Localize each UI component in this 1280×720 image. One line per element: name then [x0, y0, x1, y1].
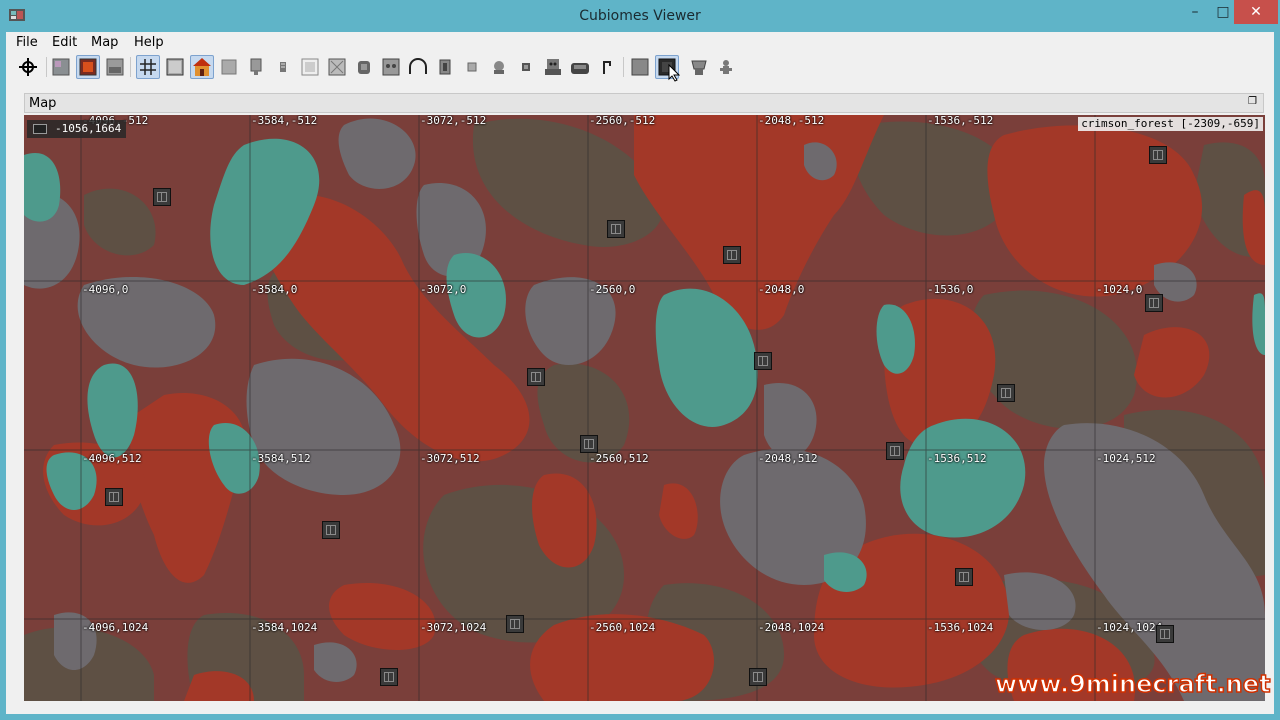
nether-icon[interactable]: [76, 55, 100, 79]
jungle-temple-icon[interactable]: [244, 55, 268, 79]
structure-marker[interactable]: [380, 668, 398, 686]
grid-label: -2048,0: [758, 283, 805, 296]
float-dock-icon[interactable]: ❐: [1248, 96, 1257, 107]
grid-label: -3072,1024: [420, 621, 487, 634]
grid-label: -3584,512: [251, 452, 311, 465]
position-value: -1056,1664: [55, 122, 122, 135]
structure-marker[interactable]: [506, 615, 524, 633]
watermark: www.9minecraft.net: [994, 669, 1271, 699]
grid-label: -1024,0: [1096, 283, 1143, 296]
structure-marker[interactable]: [105, 488, 123, 506]
window-title: Cubiomes Viewer: [579, 8, 701, 24]
ancient-city-icon[interactable]: [541, 55, 565, 79]
overworld-icon[interactable]: [49, 55, 73, 79]
structure-marker[interactable]: [1145, 294, 1163, 312]
structure-marker[interactable]: [580, 435, 598, 453]
menu-help[interactable]: Help: [132, 35, 166, 50]
menu-map[interactable]: Map: [89, 35, 120, 50]
goto-crosshair-icon[interactable]: [16, 55, 40, 79]
igloo-icon[interactable]: [298, 55, 322, 79]
structure-marker[interactable]: [955, 568, 973, 586]
grid-label: -3072,-512: [420, 115, 487, 127]
structure-marker[interactable]: [749, 668, 767, 686]
grid-label: -3072,0: [420, 283, 467, 296]
cursor-position-readout: -1056,1664: [27, 120, 127, 138]
fortress-icon[interactable]: [568, 55, 592, 79]
shipwreck-icon[interactable]: [406, 55, 430, 79]
grid-label: -4096,1024: [82, 621, 149, 634]
grid-label: -2560,0: [589, 283, 636, 296]
grid-label: -2048,-512: [758, 115, 825, 127]
structure-marker[interactable]: [1149, 146, 1167, 164]
mouse-cursor-icon: [668, 64, 680, 82]
grid-label: -1536,0: [927, 283, 974, 296]
grid-icon[interactable]: [136, 55, 160, 79]
grid-label: -3584,0: [251, 283, 298, 296]
bastion-icon[interactable]: [595, 55, 619, 79]
grid-label: -3072,512: [420, 452, 480, 465]
dock-title: Map: [29, 96, 57, 111]
structure-marker[interactable]: [153, 188, 171, 206]
toolbar-separator: [623, 57, 624, 77]
toolbar-separator: [130, 57, 131, 77]
desert-pyramid-icon[interactable]: [217, 55, 241, 79]
menu-edit[interactable]: Edit: [50, 35, 79, 50]
grid-label: -2560,1024: [589, 621, 656, 634]
structure-marker[interactable]: [1156, 625, 1174, 643]
grid-label: -4096,512: [82, 452, 142, 465]
structure-marker[interactable]: [997, 384, 1015, 402]
grid-label: -1024,512: [1096, 452, 1156, 465]
position-icon: [33, 124, 47, 134]
menu-file[interactable]: File: [14, 35, 40, 50]
ruined-portal-icon[interactable]: [433, 55, 457, 79]
close-button[interactable]: ✕: [1234, 0, 1278, 24]
structure-marker[interactable]: [322, 521, 340, 539]
toolbar: [6, 54, 1274, 82]
swamp-hut-icon[interactable]: [271, 55, 295, 79]
grid-label: -2048,1024: [758, 621, 825, 634]
structure-marker[interactable]: [754, 352, 772, 370]
structure-marker[interactable]: [527, 368, 545, 386]
end-city-icon[interactable]: [628, 55, 652, 79]
ocean-ruins-icon[interactable]: [379, 55, 403, 79]
structure-marker[interactable]: [607, 220, 625, 238]
menu-bar: File Edit Map Help: [6, 32, 1274, 54]
map-view[interactable]: -4096,-512 -3584,-512 -3072,-512 -2560,-…: [24, 115, 1265, 701]
grid-label: -1536,-512: [927, 115, 994, 127]
grid-label: -1536,1024: [927, 621, 994, 634]
ocean-monument-icon[interactable]: [325, 55, 349, 79]
biome-map: [24, 115, 1265, 701]
grid-label: -2560,512: [589, 452, 649, 465]
biome-info: crimson_forest [-2309,-659]: [1078, 117, 1263, 131]
map-dock-header[interactable]: Map ❐: [24, 93, 1264, 113]
spawn-icon[interactable]: [687, 55, 711, 79]
structure-marker[interactable]: [723, 246, 741, 264]
minimize-button[interactable]: –: [1180, 0, 1210, 24]
mineshaft-icon[interactable]: [487, 55, 511, 79]
woodland-mansion-icon[interactable]: [352, 55, 376, 79]
grid-label: -3584,-512: [251, 115, 318, 127]
title-bar[interactable]: Cubiomes Viewer – □ ✕: [0, 0, 1280, 32]
end-icon[interactable]: [103, 55, 127, 79]
status-bar: [6, 703, 1274, 714]
grid-label: -4096,0: [82, 283, 129, 296]
grid-label: -1536,512: [927, 452, 987, 465]
grid-label: -3584,1024: [251, 621, 318, 634]
structure-marker[interactable]: [886, 442, 904, 460]
grid-label: -1024,1024: [1096, 621, 1163, 634]
grid-label: -2048,512: [758, 452, 818, 465]
outpost-icon[interactable]: [514, 55, 538, 79]
stronghold-icon[interactable]: [714, 55, 738, 79]
slime-chunk-icon[interactable]: [163, 55, 187, 79]
toolbar-separator: [46, 57, 47, 77]
treasure-icon[interactable]: [460, 55, 484, 79]
grid-label: -2560,-512: [589, 115, 656, 127]
village-icon[interactable]: [190, 55, 214, 79]
